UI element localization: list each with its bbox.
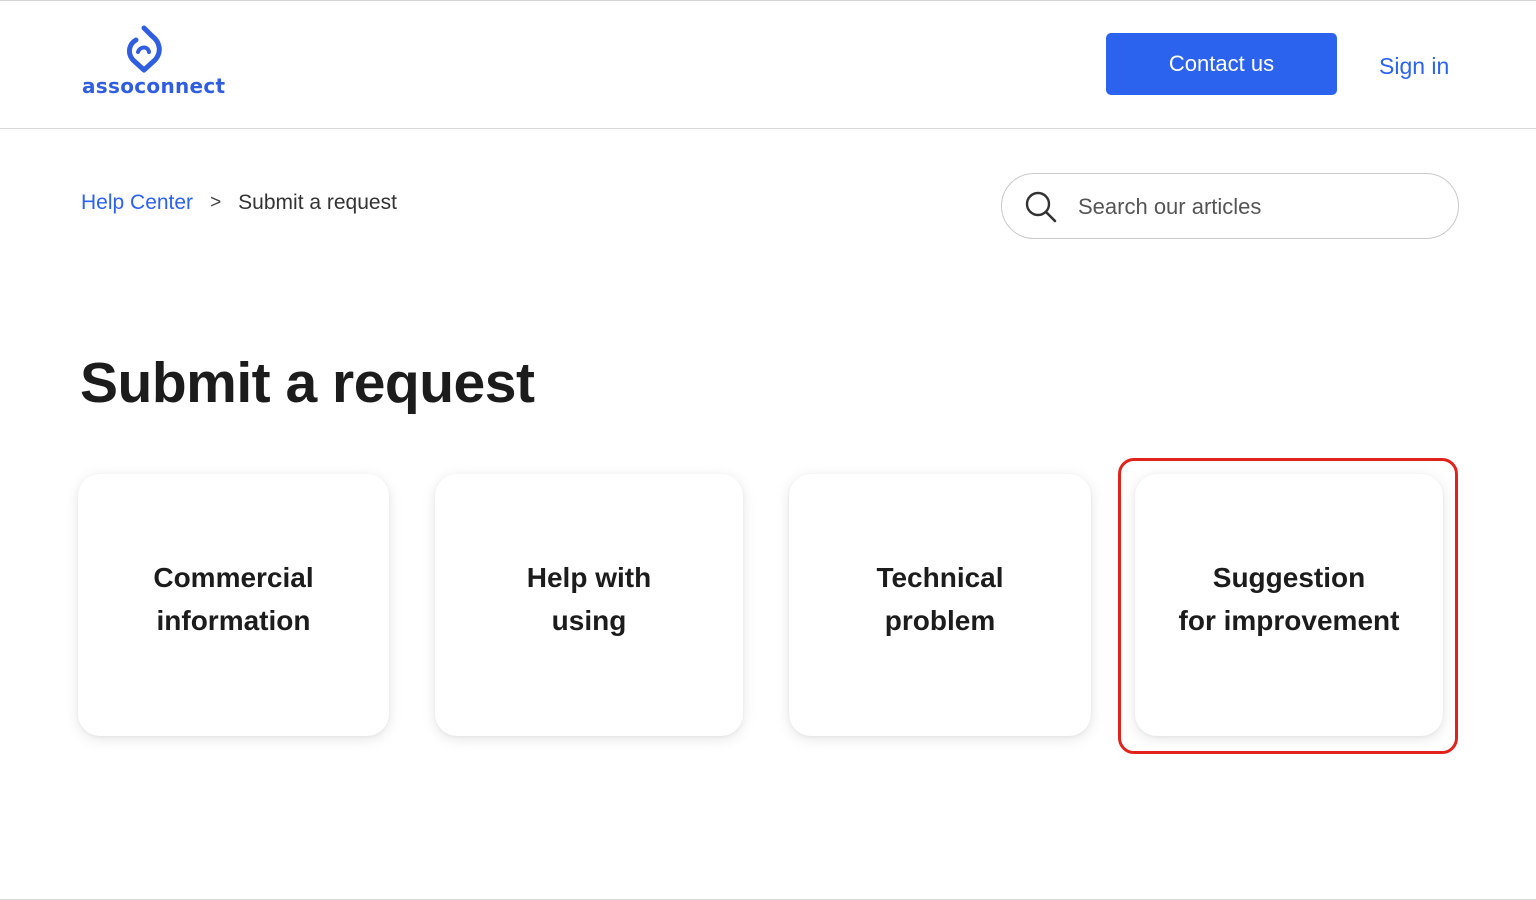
page-frame xyxy=(0,0,1536,900)
contact-us-button[interactable]: Contact us xyxy=(1106,33,1337,95)
page-title: Submit a request xyxy=(80,351,535,415)
search-icon xyxy=(1025,191,1057,223)
site-header: assoconnect Contact us Sign in xyxy=(0,0,1536,129)
breadcrumb-help-center[interactable]: Help Center xyxy=(81,191,193,215)
breadcrumb-separator: > xyxy=(210,192,222,213)
card-label: Help with using xyxy=(526,562,652,636)
sign-in-link[interactable]: Sign in xyxy=(1379,53,1449,80)
breadcrumb-current: Submit a request xyxy=(238,191,397,214)
logo[interactable]: assoconnect xyxy=(80,24,225,100)
search-input[interactable] xyxy=(1076,188,1440,226)
card-label: Technical problem xyxy=(876,562,1004,636)
card-help-with-using[interactable]: Help with using xyxy=(435,474,743,736)
breadcrumb: Help Center > Submit a request xyxy=(81,191,397,215)
search-box[interactable] xyxy=(1001,173,1459,239)
card-technical-problem[interactable]: Technical problem xyxy=(789,474,1091,736)
card-label: Suggestion for improvement xyxy=(1178,562,1400,636)
assoconnect-logo-icon xyxy=(126,25,162,73)
logo-text: assoconnect xyxy=(82,74,226,98)
card-commercial-information[interactable]: Commercial information xyxy=(78,474,389,736)
card-suggestion-for-improvement[interactable]: Suggestion for improvement xyxy=(1135,474,1443,736)
card-label: Commercial information xyxy=(153,562,314,636)
